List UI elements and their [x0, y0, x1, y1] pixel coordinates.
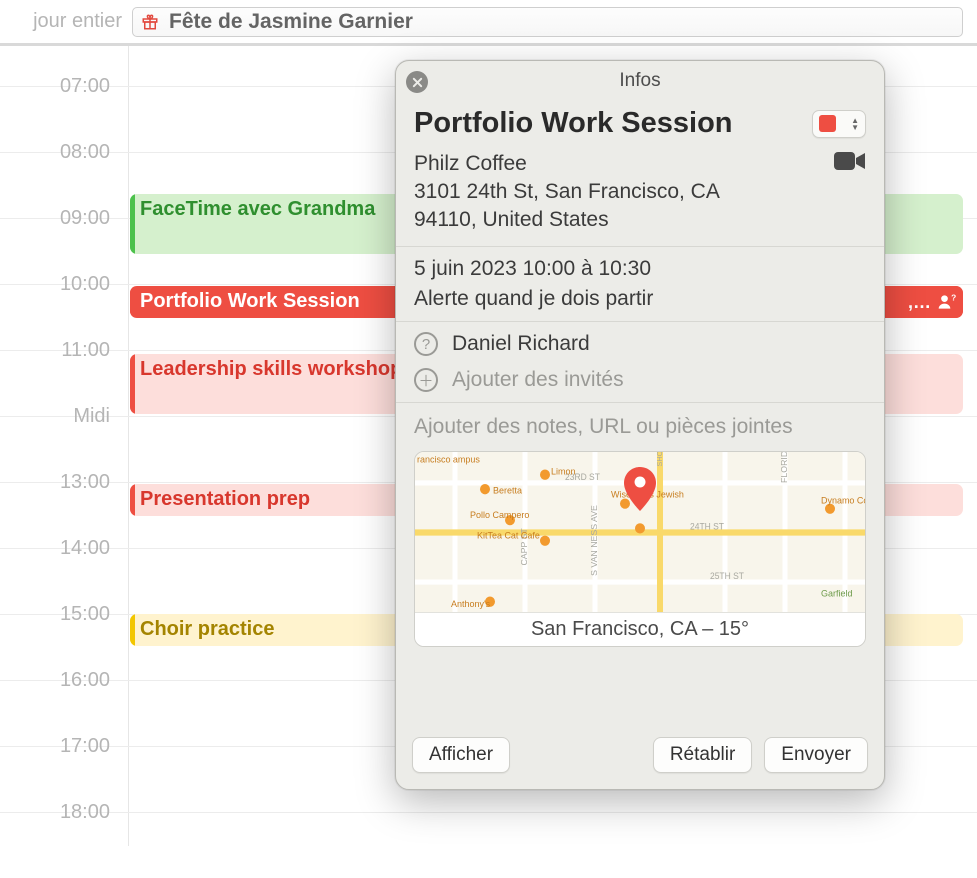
close-button[interactable]: [406, 71, 428, 93]
svg-text:?: ?: [951, 292, 956, 302]
add-invitee-row[interactable]: ＋ Ajouter des invités: [414, 368, 866, 392]
map-weather-footer: San Francisco, CA – 15°: [415, 612, 865, 646]
svg-text:Beretta: Beretta: [493, 486, 523, 496]
show-button[interactable]: Afficher: [412, 737, 510, 773]
invitee-name: Daniel Richard: [452, 332, 590, 356]
add-invitee-placeholder: Ajouter des invités: [452, 368, 624, 392]
popover-button-row: Afficher Rétablir Envoyer: [396, 725, 884, 789]
svg-text:Pollo Campero: Pollo Campero: [470, 510, 529, 520]
hour-label: 17:00: [0, 735, 120, 758]
all-day-row: jour entier Fête de Jasmine Garnier: [0, 0, 977, 46]
section-title-location: Portfolio Work Session ▲▼ Philz Coffee 3…: [396, 101, 884, 246]
hour-label: 13:00: [0, 471, 120, 494]
hour-label: 18:00: [0, 801, 120, 824]
calendar-color-select[interactable]: ▲▼: [812, 110, 866, 138]
svg-text:25TH ST: 25TH ST: [710, 571, 745, 581]
svg-text:Anthony's: Anthony's: [451, 599, 491, 609]
invitee-row[interactable]: ? Daniel Richard: [414, 332, 866, 356]
svg-text:KitTea Cat Cafe: KitTea Cat Cafe: [477, 531, 540, 541]
event-title: Portfolio Work Session: [140, 290, 360, 312]
event-title: Leadership skills workshop: [140, 358, 402, 380]
svg-text:Garfield: Garfield: [821, 589, 852, 599]
hour-label: 16:00: [0, 669, 120, 692]
send-button[interactable]: Envoyer: [764, 737, 868, 773]
location-map[interactable]: 23RD ST 24TH ST 25TH ST CAPP ST S VAN NE…: [414, 451, 866, 647]
section-notes: Ajouter des notes, URL ou pièces jointes: [396, 402, 884, 725]
location-name: Philz Coffee: [414, 152, 527, 175]
event-title: Choir practice: [140, 618, 274, 640]
event-details-popover: Infos Portfolio Work Session ▲▼ Philz Co…: [395, 60, 885, 790]
gift-icon: [141, 13, 159, 31]
chevron-updown-icon: ▲▼: [851, 117, 859, 131]
hour-label: 15:00: [0, 603, 120, 626]
svg-text:FLORIDA ST: FLORIDA ST: [779, 452, 789, 483]
location-addr1: 3101 24th St, San Francisco, CA: [414, 180, 720, 203]
event-badge-more: ,…: [908, 292, 931, 313]
color-swatch: [819, 115, 836, 132]
plus-icon: ＋: [414, 368, 438, 392]
event-title: Presentation prep: [140, 488, 310, 510]
svg-text:Dynamo Coffee: Dynamo Coffee: [821, 496, 865, 506]
svg-text:Limon: Limon: [551, 467, 575, 477]
hour-label: 08:00: [0, 141, 120, 164]
revert-button[interactable]: Rétablir: [653, 737, 752, 773]
all-day-event-birthday[interactable]: Fête de Jasmine Garnier: [132, 7, 963, 37]
map-pin-icon: [623, 467, 657, 516]
video-call-icon[interactable]: [834, 150, 866, 172]
map-image: 23RD ST 24TH ST 25TH ST CAPP ST S VAN NE…: [415, 452, 865, 612]
hour-label: 09:00: [0, 207, 120, 230]
hour-label: 10:00: [0, 273, 120, 296]
event-title-field[interactable]: Portfolio Work Session: [414, 107, 733, 140]
hour-label: Midi: [0, 405, 120, 428]
svg-text:24TH ST: 24TH ST: [690, 522, 725, 532]
all-day-event-title: Fête de Jasmine Garnier: [169, 10, 413, 34]
notes-placeholder[interactable]: Ajouter des notes, URL ou pièces jointes: [414, 415, 866, 439]
svg-text:SHOTWELL ST: SHOTWELL ST: [656, 452, 664, 466]
event-alert[interactable]: Alerte quand je dois partir: [414, 287, 866, 311]
event-title: FaceTime avec Grandma: [140, 198, 375, 220]
event-datetime[interactable]: 5 juin 2023 10:00 à 10:30: [414, 257, 866, 281]
hour-label: 07:00: [0, 75, 120, 98]
event-invitee-badge: ,… ?: [900, 286, 963, 318]
event-location[interactable]: Philz Coffee 3101 24th St, San Francisco…: [414, 150, 720, 234]
popover-header: Infos: [396, 61, 884, 101]
hour-label: 14:00: [0, 537, 120, 560]
section-datetime: 5 juin 2023 10:00 à 10:30 Alerte quand j…: [396, 246, 884, 321]
svg-text:rancisco ampus: rancisco ampus: [417, 455, 480, 465]
location-addr2: 94110, United States: [414, 208, 609, 231]
popover-tab-infos[interactable]: Infos: [619, 70, 660, 92]
section-invitees: ? Daniel Richard ＋ Ajouter des invités: [396, 321, 884, 402]
svg-text:S VAN NESS AVE: S VAN NESS AVE: [589, 505, 599, 576]
question-icon: ?: [414, 332, 438, 356]
all-day-label: jour entier: [16, 10, 122, 33]
hour-label: 11:00: [0, 339, 120, 362]
